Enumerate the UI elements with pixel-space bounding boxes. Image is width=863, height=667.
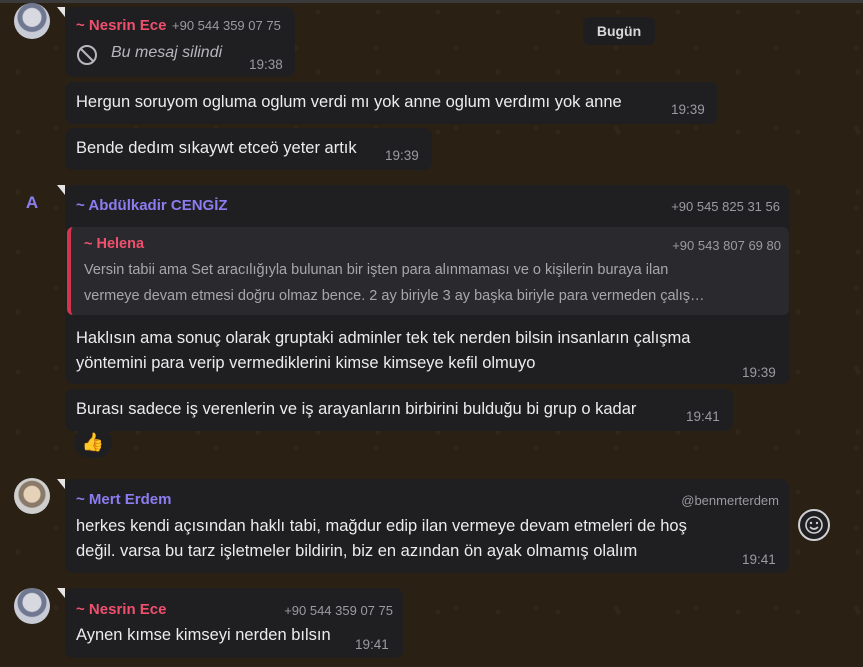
message-time: 19:41 [742, 552, 776, 567]
quoted-text-line: vermeye devam etmesi doğru olmaz bence. … [84, 288, 705, 304]
avatar-nesrin-ece[interactable] [14, 3, 50, 39]
sender-name[interactable]: ~ Abdülkadir CENGİZ [76, 197, 228, 214]
sender-phone: +90 544 359 07 75 [284, 603, 393, 618]
day-separator-chip: Bugün [583, 17, 655, 45]
sender-phone: +90 544 359 07 75 [172, 18, 281, 33]
message-text-line: yöntemini para verip vermediklerini kims… [76, 354, 536, 372]
smiley-icon[interactable] [798, 509, 830, 541]
deleted-message-text: Bu mesaj silindi [111, 44, 223, 61]
message-bubble-deleted[interactable]: ~ Nesrin Ece +90 544 359 07 75 Bu mesaj … [65, 7, 295, 77]
message-text: Bende dedım sıkaywt etceö yeter artık [76, 139, 357, 157]
message-text-line: değil. varsa bu tarz işletmeler bildirin… [76, 542, 638, 560]
bubble-tail [57, 588, 65, 598]
sender-name[interactable]: ~ Mert Erdem [76, 491, 171, 508]
bubble-tail [57, 7, 65, 17]
avatar-abdulkadir[interactable]: A [14, 185, 50, 221]
avatar-nesrin-ece[interactable] [14, 588, 50, 624]
quoted-sender-name: ~ Helena [84, 236, 145, 252]
reaction-thumbs-up[interactable]: 👍 [74, 426, 112, 458]
message-bubble-reply[interactable]: ~ Abdülkadir CENGİZ +90 545 825 31 56 ~ … [65, 185, 790, 384]
quoted-sender-phone: +90 543 807 69 80 [672, 238, 781, 253]
message-time: 19:41 [686, 409, 720, 424]
sender-phone: +90 545 825 31 56 [671, 199, 780, 214]
message-time: 19:39 [385, 148, 419, 163]
message-text: Hergun soruyom ogluma oglum verdi mı yok… [76, 93, 622, 111]
message-bubble[interactable]: Bende dedım sıkaywt etceö yeter artık 19… [65, 128, 432, 170]
message-time: 19:39 [742, 365, 776, 380]
message-time: 19:38 [249, 57, 283, 72]
message-time: 19:39 [671, 102, 705, 117]
quoted-message[interactable]: ~ Helena +90 543 807 69 80 Versin tabii … [67, 227, 789, 315]
sender-name[interactable]: ~ Nesrin Ece [76, 17, 166, 34]
chat-panel: Bugün ~ Nesrin Ece +90 544 359 07 75 Bu … [0, 0, 863, 667]
avatar-mert-erdem[interactable] [14, 478, 50, 514]
message-bubble[interactable]: Burası sadece iş verenlerin ve iş arayan… [65, 389, 733, 431]
message-text-line: Haklısın ama sonuç olarak gruptaki admin… [76, 329, 691, 347]
message-bubble[interactable]: ~ Mert Erdem @benmerterdem herkes kendi … [65, 479, 789, 573]
top-divider [0, 0, 863, 3]
no-entry-icon [76, 44, 98, 66]
sender-handle: @benmerterdem [681, 493, 779, 508]
bubble-tail [57, 185, 65, 195]
message-text: Burası sadece iş verenlerin ve iş arayan… [76, 400, 637, 418]
message-bubble[interactable]: ~ Nesrin Ece +90 544 359 07 75 Aynen kım… [65, 588, 403, 658]
quoted-text-line: Versin tabii ama Set aracılığıyla buluna… [84, 262, 669, 278]
message-bubble[interactable]: Hergun soruyom ogluma oglum verdi mı yok… [65, 82, 718, 124]
sender-name[interactable]: ~ Nesrin Ece [76, 601, 166, 618]
bubble-tail [57, 479, 65, 489]
message-text: Aynen kımse kimseyi nerden bılsın [76, 626, 331, 644]
message-text-line: herkes kendi açısından haklı tabi, mağdu… [76, 517, 687, 535]
message-time: 19:41 [355, 637, 389, 652]
